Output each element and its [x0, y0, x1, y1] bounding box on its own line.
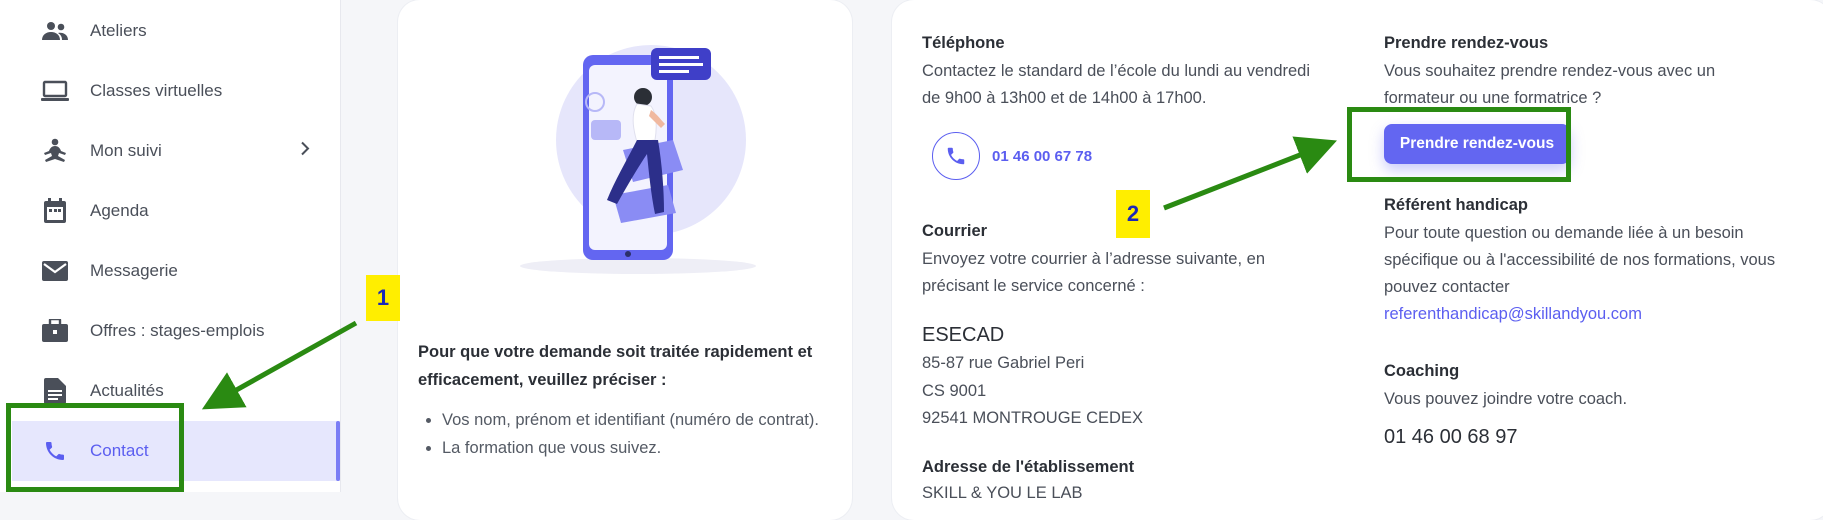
- calendar-icon: [40, 196, 70, 226]
- meditation-icon: [40, 136, 70, 166]
- contact-illustration: [513, 40, 763, 275]
- laptop-icon: [40, 76, 70, 106]
- address-line1: 85-87 rue Gabriel Peri: [922, 354, 1085, 372]
- list-item: Vos nom, prénom et identifiant (numéro d…: [442, 406, 842, 434]
- phone-number: 01 46 00 67 78: [992, 147, 1093, 165]
- annotation-box-1: [6, 403, 184, 492]
- address-name: ESECAD: [922, 324, 1005, 346]
- handicap-email-link[interactable]: referenthandicap@skillandyou.com: [1384, 301, 1642, 328]
- sidebar-item-mon-suivi[interactable]: Mon suivi: [0, 122, 340, 180]
- sidebar-item-label: Agenda: [90, 201, 149, 220]
- sidebar-item-ateliers[interactable]: Ateliers: [0, 2, 340, 60]
- coaching-number: 01 46 00 68 97: [1384, 426, 1518, 448]
- address-line3: 92541 MONTROUGE CEDEX: [922, 409, 1143, 427]
- annotation-label-2: 2: [1116, 190, 1150, 238]
- handicap-title: Référent handicap: [1384, 196, 1528, 214]
- phone-icon: [932, 132, 980, 180]
- sidebar-item-label: Actualités: [90, 381, 164, 400]
- sidebar-item-agenda[interactable]: Agenda: [0, 182, 340, 240]
- sidebar-item-label: Ateliers: [90, 21, 147, 40]
- telephone-title: Téléphone: [922, 34, 1005, 52]
- briefcase-icon: [40, 316, 70, 346]
- sidebar-item-messagerie[interactable]: Messagerie: [0, 242, 340, 300]
- courrier-text: Envoyez votre courrier à l’adresse suiva…: [922, 250, 1266, 295]
- coaching-title: Coaching: [1384, 362, 1460, 380]
- annotation-label-1: 1: [366, 275, 400, 321]
- contact-details-card: Téléphone Contactez le standard de l’éco…: [892, 0, 1823, 520]
- sidebar-item-label: Offres : stages-emplois: [90, 321, 265, 340]
- instructions-list: Vos nom, prénom et identifiant (numéro d…: [420, 406, 842, 462]
- instructions-lead: Pour que votre demande soit traitée rapi…: [418, 343, 813, 389]
- chevron-right-icon: [300, 141, 310, 162]
- annotation-box-2: [1347, 107, 1571, 182]
- coaching-text: Vous pouvez joindre votre coach.: [1384, 390, 1628, 408]
- handicap-text: Pour toute question ou demande liée à un…: [1384, 224, 1776, 296]
- rdv-text: Vous souhaitez prendre rendez-vous avec …: [1384, 62, 1716, 107]
- courrier-title: Courrier: [922, 222, 988, 240]
- sidebar-item-label: Messagerie: [90, 261, 178, 280]
- article-icon: [40, 376, 70, 406]
- adresse-title: Adresse de l'établissement: [922, 458, 1135, 476]
- list-item: La formation que vous suivez.: [442, 434, 842, 462]
- phone-call-button[interactable]: 01 46 00 67 78: [932, 130, 1100, 182]
- contact-info-card: Pour que votre demande soit traitée rapi…: [398, 0, 852, 520]
- rdv-title: Prendre rendez-vous: [1384, 34, 1549, 52]
- group-icon: [40, 16, 70, 46]
- mail-icon: [40, 256, 70, 286]
- sidebar-item-label: Classes virtuelles: [90, 81, 223, 100]
- telephone-text: Contactez le standard de l’école du lund…: [922, 62, 1311, 107]
- sidebar-item-label: Mon suivi: [90, 141, 162, 160]
- adresse-partial: SKILL & YOU LE LAB: [922, 484, 1083, 502]
- sidebar-item-offres[interactable]: Offres : stages-emplois: [0, 302, 340, 360]
- address-line2: CS 9001: [922, 382, 987, 400]
- sidebar-item-classes-virtuelles[interactable]: Classes virtuelles: [0, 62, 340, 120]
